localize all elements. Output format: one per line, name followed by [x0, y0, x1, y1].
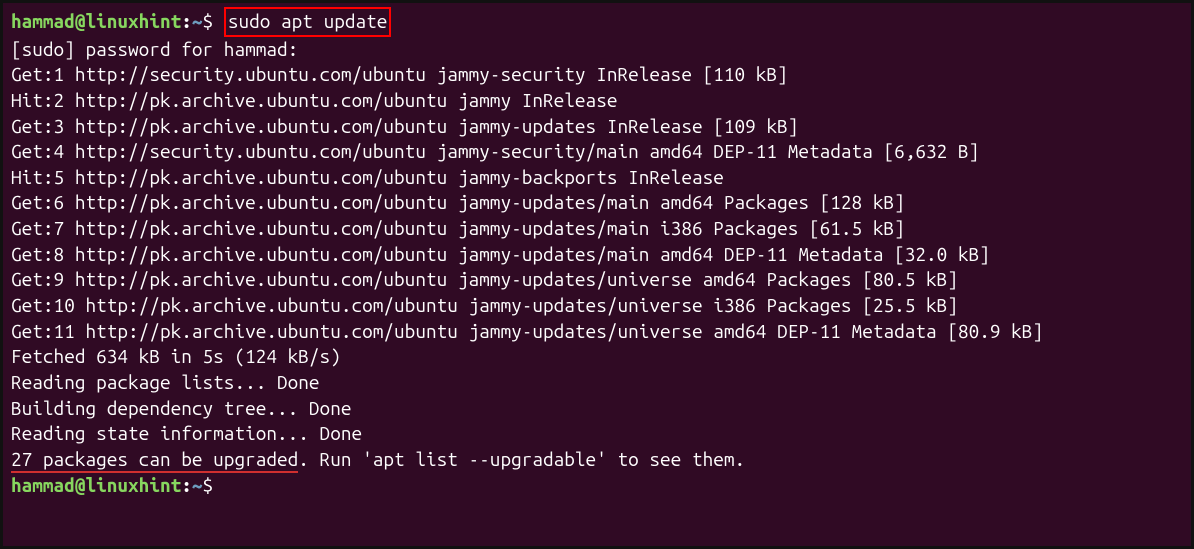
output-line: Get:4 http://security.ubuntu.com/ubuntu … — [11, 139, 1183, 165]
prompt-symbol: $ — [203, 10, 214, 32]
command-highlight: sudo apt update — [224, 7, 392, 37]
output-line: Reading state information... Done — [11, 421, 1183, 447]
upgrade-count: 27 packages can be upgraded — [11, 448, 298, 473]
output-line: Building dependency tree... Done — [11, 396, 1183, 422]
output-line: Get:10 http://pk.archive.ubuntu.com/ubun… — [11, 293, 1183, 319]
output-line: Fetched 634 kB in 5s (124 kB/s) — [11, 344, 1183, 370]
output-line: Hit:5 http://pk.archive.ubuntu.com/ubunt… — [11, 165, 1183, 191]
prompt-sep: : — [181, 474, 192, 496]
prompt-sep: : — [181, 10, 192, 32]
output-line: Get:1 http://security.ubuntu.com/ubuntu … — [11, 62, 1183, 88]
upgrade-rest: . Run 'apt list --upgradable' to see the… — [298, 448, 745, 470]
prompt-line-1: hammad@linuxhint:~$ sudo apt update — [11, 7, 1183, 37]
command-text[interactable]: sudo apt update — [228, 10, 388, 32]
cursor — [224, 476, 234, 496]
upgrade-summary-line: 27 packages can be upgraded. Run 'apt li… — [11, 447, 1183, 473]
output-line: Get:8 http://pk.archive.ubuntu.com/ubunt… — [11, 242, 1183, 268]
output-line: Get:6 http://pk.archive.ubuntu.com/ubunt… — [11, 190, 1183, 216]
output-line: Reading package lists... Done — [11, 370, 1183, 396]
prompt-symbol: $ — [203, 474, 214, 496]
prompt-user: hammad@linuxhint — [11, 10, 181, 32]
output-line: Get:9 http://pk.archive.ubuntu.com/ubunt… — [11, 267, 1183, 293]
prompt-line-2[interactable]: hammad@linuxhint:~$ — [11, 473, 1183, 499]
prompt-path: ~ — [192, 474, 203, 496]
prompt-path: ~ — [192, 10, 203, 32]
output-line: Get:3 http://pk.archive.ubuntu.com/ubunt… — [11, 114, 1183, 140]
output-line: Get:11 http://pk.archive.ubuntu.com/ubun… — [11, 319, 1183, 345]
prompt-user: hammad@linuxhint — [11, 474, 181, 496]
output-line: Get:7 http://pk.archive.ubuntu.com/ubunt… — [11, 216, 1183, 242]
output-line: Hit:2 http://pk.archive.ubuntu.com/ubunt… — [11, 88, 1183, 114]
output-line: [sudo] password for hammad: — [11, 37, 1183, 63]
